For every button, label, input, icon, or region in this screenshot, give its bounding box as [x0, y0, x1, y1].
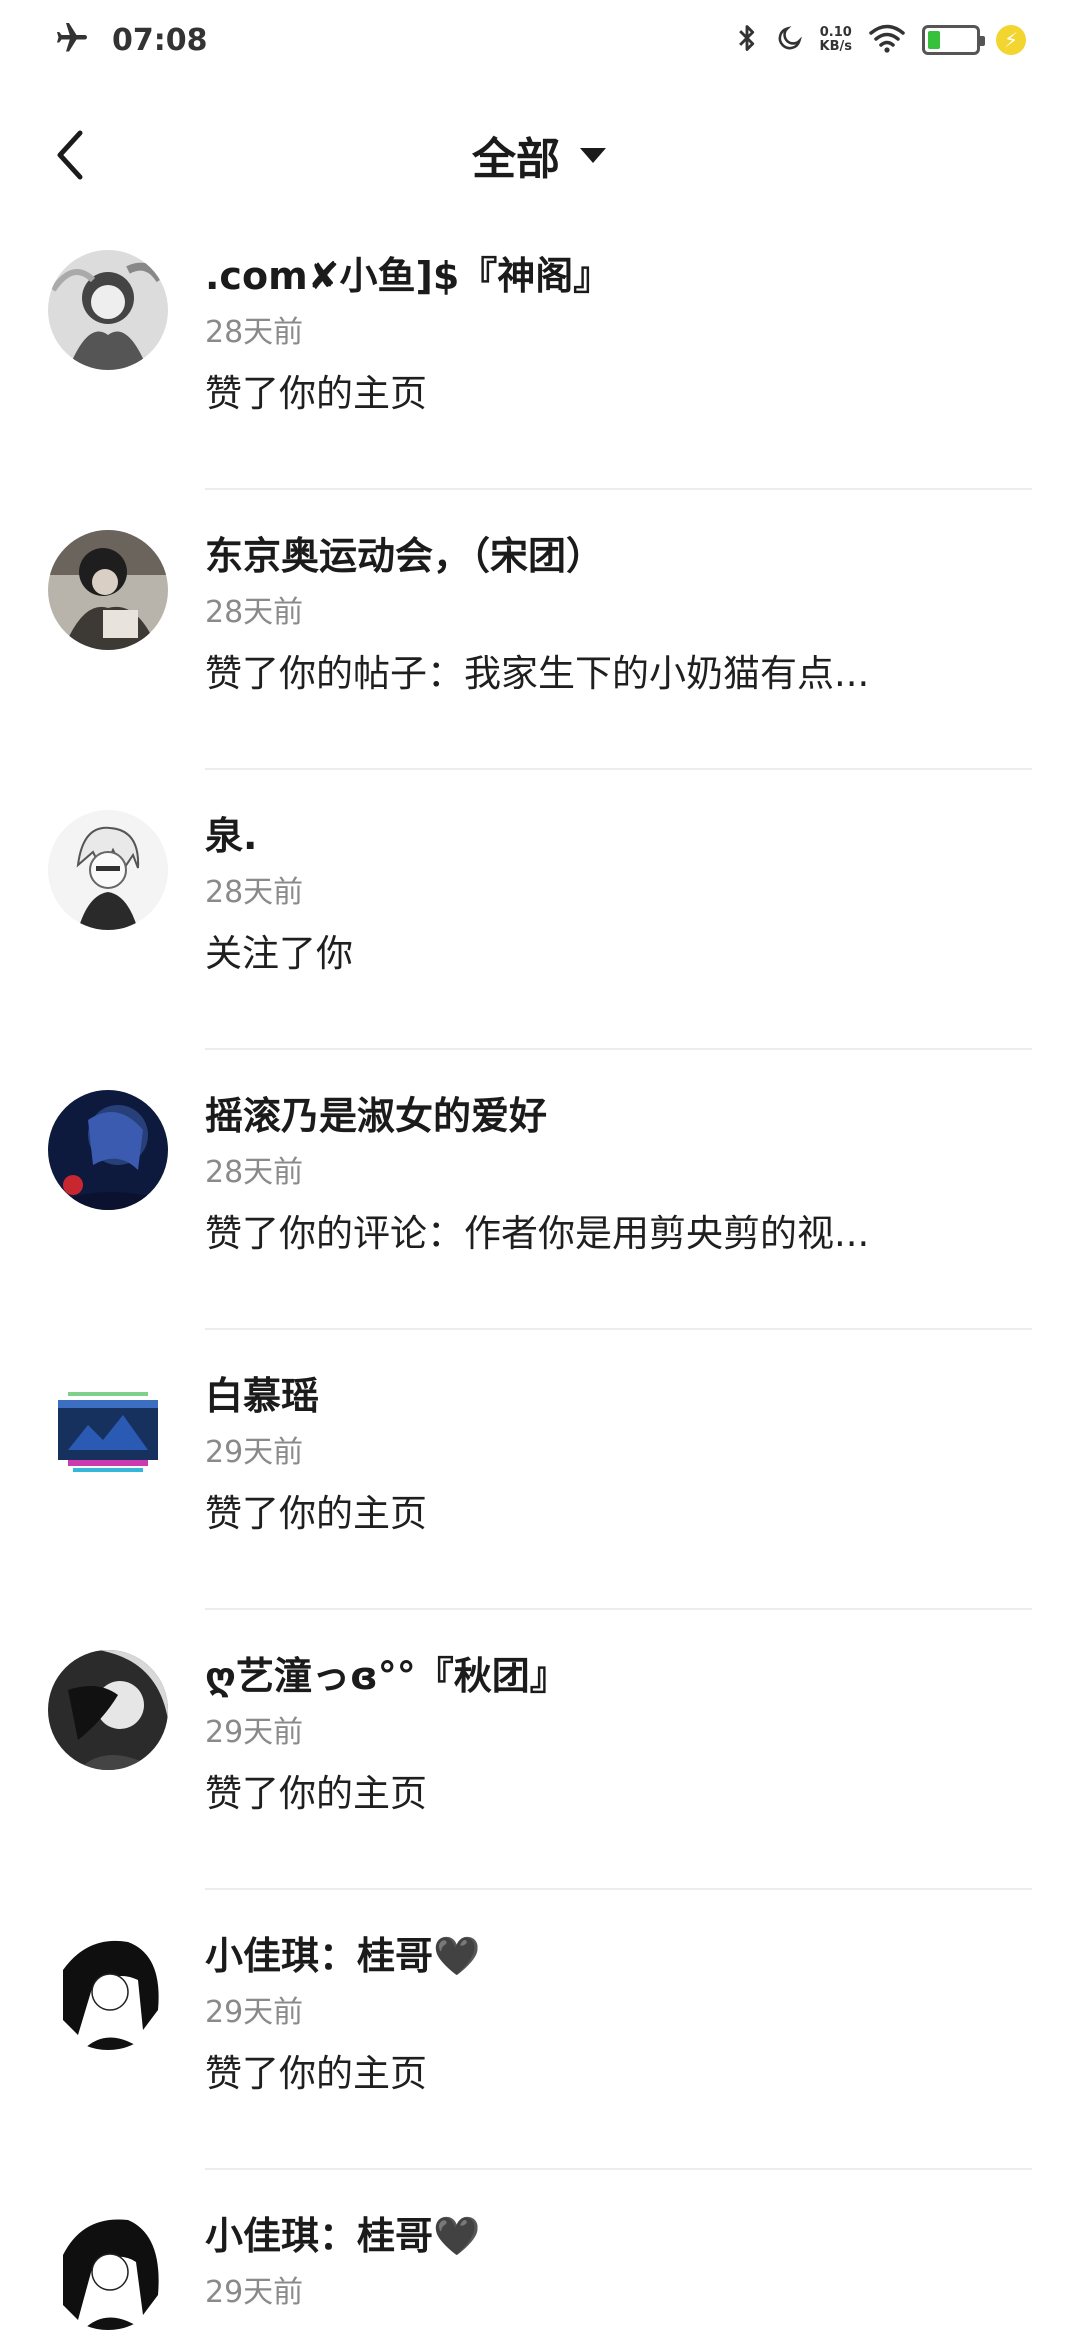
notification-item[interactable]: 东京奥运动会，（宋团） 28天前 赞了你的帖子：我家生下的小奶猫有点... [0, 490, 1080, 770]
notification-user-name[interactable]: .com✘小鱼]$『神阁』 [205, 245, 1025, 300]
filter-dropdown[interactable]: 全部 [472, 123, 608, 187]
notification-action: 赞了你的主页 [205, 1772, 427, 1815]
avatar[interactable] [48, 530, 168, 650]
net-speed-value: 0.10 [819, 25, 852, 40]
notification-item[interactable]: 白慕瑶 29天前 赞了你的主页 [0, 1330, 1080, 1610]
moon-icon [776, 24, 804, 56]
bluetooth-icon [734, 22, 760, 58]
notification-time: 29天前 [205, 1435, 304, 1470]
notification-item[interactable]: ღ艺潼っɞ°°『秋团』 29天前 赞了你的主页 [0, 1610, 1080, 1890]
notification-user-name[interactable]: 泉. [205, 805, 1025, 860]
page-title: 全部 [472, 134, 560, 185]
notification-user-name[interactable]: 小佳琪：桂哥🖤 [205, 1925, 1025, 1980]
notification-time: 28天前 [205, 315, 304, 350]
notification-action: 赞了你的主页 [205, 1492, 427, 1535]
notification-user-name[interactable]: 小佳琪：桂哥🖤 [205, 2205, 1025, 2260]
status-right: 0.10 KB/s ⚡ [734, 22, 1026, 58]
notification-item[interactable]: 泉. 28天前 关注了你 [0, 770, 1080, 1050]
notification-user-name[interactable]: ღ艺潼っɞ°°『秋团』 [205, 1645, 1025, 1700]
notification-time: 28天前 [205, 1155, 304, 1190]
status-bar: 07:08 0.10 KB/s ⚡ [0, 0, 1080, 80]
status-left: 07:08 [54, 20, 208, 60]
notification-item[interactable]: .com✘小鱼]$『神阁』 28天前 赞了你的主页 [0, 210, 1080, 490]
notification-action: 赞了你的评论：作者你是用剪央剪的视... [205, 1212, 870, 1255]
notification-time: 29天前 [205, 1715, 304, 1750]
avatar[interactable] [48, 810, 168, 930]
notification-item[interactable]: 摇滚乃是淑女的爱好 28天前 赞了你的评论：作者你是用剪央剪的视... [0, 1050, 1080, 1330]
notification-item[interactable]: 小佳琪：桂哥🖤 29天前 赞了你的主页 [0, 1890, 1080, 2170]
header: 全部 [0, 100, 1080, 210]
battery-icon [922, 25, 985, 55]
caret-down-icon [580, 148, 606, 163]
avatar[interactable] [48, 1650, 168, 1770]
notification-user-name[interactable]: 摇滚乃是淑女的爱好 [205, 1085, 1025, 1140]
notification-time: 28天前 [205, 875, 304, 910]
airplane-icon [54, 20, 90, 60]
chevron-left-icon [57, 130, 83, 180]
avatar[interactable] [48, 1370, 168, 1490]
charging-icon: ⚡ [996, 25, 1026, 55]
avatar[interactable] [48, 1930, 168, 2050]
notification-user-name[interactable]: 东京奥运动会，（宋团） [205, 525, 1025, 580]
notification-action: 赞了你的主页 [205, 372, 427, 415]
notification-time: 29天前 [205, 2275, 304, 2310]
notification-user-name[interactable]: 白慕瑶 [205, 1365, 1025, 1420]
net-speed-unit: KB/s [819, 39, 852, 54]
notification-action: 赞了你的帖子：我家生下的小奶猫有点... [205, 652, 870, 695]
net-speed: 0.10 KB/s [820, 26, 852, 54]
wifi-icon [868, 23, 906, 57]
notification-item[interactable]: 小佳琪：桂哥🖤 29天前 [0, 2170, 1080, 2340]
notification-action: 赞了你的主页 [205, 2052, 427, 2095]
notification-list[interactable]: .com✘小鱼]$『神阁』 28天前 赞了你的主页 东京奥运动会，（宋团） 28… [0, 210, 1080, 2340]
avatar[interactable] [48, 1090, 168, 1210]
avatar[interactable] [48, 250, 168, 370]
notification-time: 28天前 [205, 595, 304, 630]
avatar[interactable] [48, 2210, 168, 2330]
back-button[interactable] [40, 125, 100, 185]
notification-action: 关注了你 [205, 932, 353, 975]
notification-time: 29天前 [205, 1995, 304, 2030]
battery-fill [928, 31, 940, 49]
status-time: 07:08 [112, 22, 208, 58]
